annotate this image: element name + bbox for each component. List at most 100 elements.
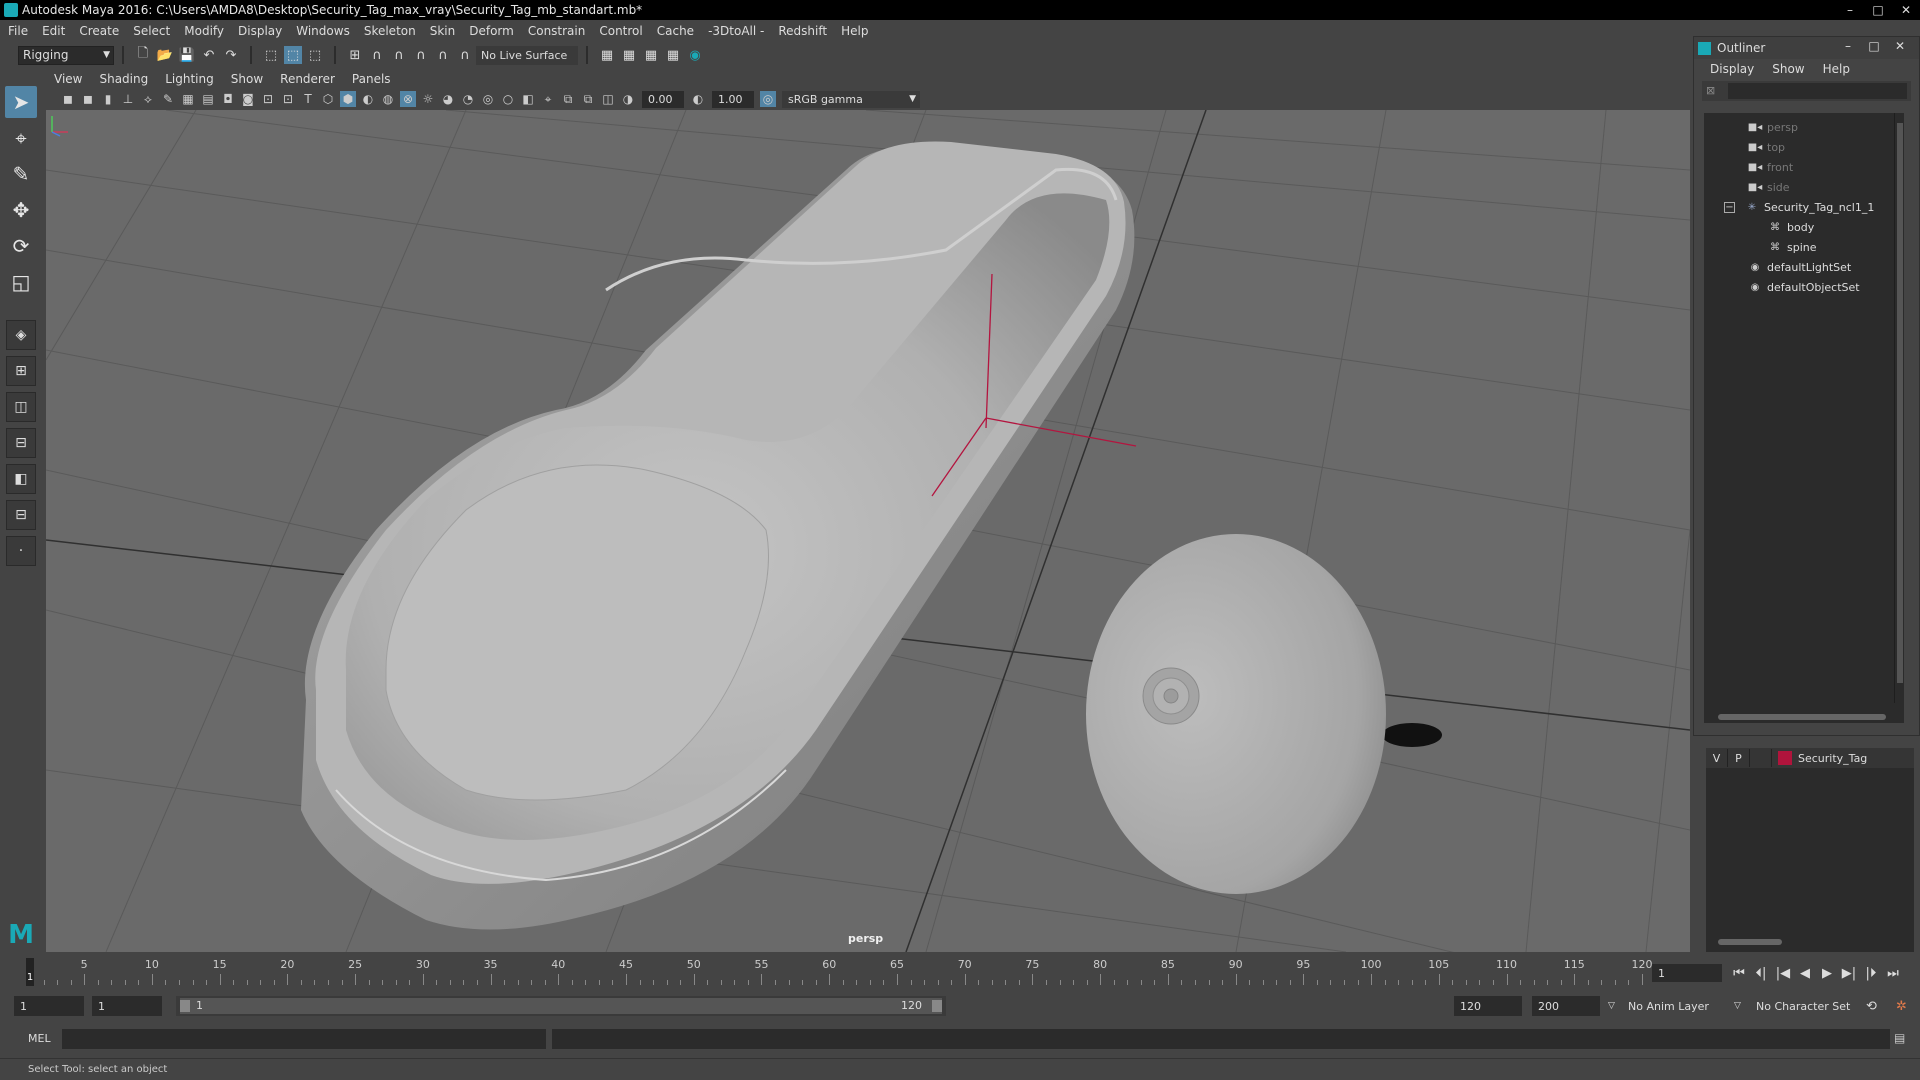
go-to-start-icon[interactable]: ⏮	[1728, 966, 1750, 981]
range-end-handle[interactable]	[932, 1000, 942, 1012]
outliner-item-side[interactable]: ■◂ side	[1704, 177, 1904, 197]
snap-live-icon[interactable]: ∩	[434, 46, 452, 64]
rotate-tool-icon[interactable]: ⟳	[5, 230, 37, 262]
playback-end-field[interactable]: 120	[1454, 996, 1522, 1016]
snap-grid-icon[interactable]: ⊞	[346, 46, 364, 64]
menu-3dtoall[interactable]: -3DtoAll -	[708, 24, 764, 38]
wireframe-on-shaded-icon[interactable]: ◐	[360, 91, 376, 107]
open-scene-icon[interactable]: 📂	[156, 46, 174, 64]
select-object-icon[interactable]: ⬚	[284, 46, 302, 64]
layer-color-swatch[interactable]	[1778, 751, 1792, 765]
ipr-render-icon[interactable]: ▦	[642, 46, 660, 64]
collapse-toggle-icon[interactable]: −	[1724, 201, 1735, 213]
menu-skeleton[interactable]: Skeleton	[364, 24, 416, 38]
time-slider-playhead[interactable]: 1	[26, 958, 34, 986]
menu-edit[interactable]: Edit	[42, 24, 65, 38]
exposure-field[interactable]: 0.00	[642, 90, 684, 108]
panel-menu-renderer[interactable]: Renderer	[280, 72, 335, 86]
character-set-dropdown[interactable]: No Character Set	[1750, 996, 1862, 1016]
outliner-maximize-button[interactable]: □	[1861, 39, 1887, 53]
outliner-item-front[interactable]: ■◂ front	[1704, 157, 1904, 177]
menu-windows[interactable]: Windows	[296, 24, 350, 38]
lasso-tool-icon[interactable]: ⌖	[5, 122, 37, 154]
menu-set-dropdown[interactable]: Rigging ▼	[18, 45, 114, 65]
step-back-frame-icon[interactable]: ⏴|	[1750, 966, 1772, 981]
layer-horizontal-scrollbar[interactable]	[1706, 936, 1914, 948]
render-settings-icon[interactable]: ▦	[598, 46, 616, 64]
step-forward-key-icon[interactable]: ▶|	[1838, 966, 1860, 981]
outliner-horizontal-scrollbar[interactable]	[1704, 711, 1904, 723]
chevron-down-icon[interactable]: ▽	[1728, 996, 1741, 1016]
snap-together-icon[interactable]: ∩	[456, 46, 474, 64]
render-frame-icon[interactable]: ▦	[620, 46, 638, 64]
outliner-graph-layout-icon[interactable]: ⊟	[6, 500, 36, 530]
color-management-icon[interactable]: ◎	[760, 91, 776, 107]
isolate-select-icon[interactable]: ⌖	[540, 91, 556, 107]
menu-create[interactable]: Create	[79, 24, 119, 38]
four-view-layout-icon[interactable]: ⊞	[6, 356, 36, 386]
redo-icon[interactable]: ↷	[222, 46, 240, 64]
outliner-item-spine[interactable]: ⌘ spine	[1704, 237, 1904, 257]
outliner-item-security-tag-group[interactable]: − ✳ Security_Tag_ncl1_1	[1704, 197, 1904, 217]
menu-cache[interactable]: Cache	[657, 24, 694, 38]
menu-control[interactable]: Control	[599, 24, 642, 38]
grease-pencil-icon[interactable]: ✎	[160, 91, 176, 107]
outliner-close-button[interactable]: ✕	[1887, 39, 1913, 53]
panel-menu-shading[interactable]: Shading	[99, 72, 148, 86]
command-input[interactable]	[62, 1029, 546, 1049]
animation-preferences-icon[interactable]: ✲	[1890, 996, 1907, 1016]
motion-blur-icon[interactable]: ◔	[460, 91, 476, 107]
xray-joints-icon[interactable]: ⧉	[560, 91, 576, 107]
film-gate-icon[interactable]: ▤	[200, 91, 216, 107]
menu-deform[interactable]: Deform	[469, 24, 514, 38]
snap-curve-icon[interactable]: ∩	[368, 46, 386, 64]
side-by-side-layout-icon[interactable]: ◫	[6, 392, 36, 422]
menu-select[interactable]: Select	[133, 24, 170, 38]
anim-layer-dropdown[interactable]: No Anim Layer	[1622, 996, 1734, 1016]
command-language-label[interactable]: MEL	[28, 1032, 51, 1045]
range-start-handle[interactable]	[180, 1000, 190, 1012]
backface-culling-icon[interactable]: ◫	[600, 91, 616, 107]
safe-action-icon[interactable]: ⊡	[280, 91, 296, 107]
animation-end-field[interactable]: 200	[1532, 996, 1600, 1016]
go-to-end-icon[interactable]: ⏭	[1882, 966, 1904, 981]
auto-key-icon[interactable]: ⟲	[1860, 996, 1877, 1016]
search-filter-icon[interactable]: ⊠	[1706, 84, 1720, 98]
smooth-shade-icon[interactable]: ⬢	[340, 91, 356, 107]
paint-select-tool-icon[interactable]: ✎	[5, 158, 37, 190]
menu-redshift[interactable]: Redshift	[778, 24, 827, 38]
close-button[interactable]: ✕	[1892, 0, 1920, 20]
step-back-key-icon[interactable]: |◀	[1772, 966, 1794, 981]
play-backward-icon[interactable]: ◀	[1794, 966, 1816, 981]
outliner-menu-help[interactable]: Help	[1823, 62, 1850, 76]
camera-tumble-icon[interactable]: ⟡	[140, 91, 156, 107]
multisample-aa-icon[interactable]: ◎	[480, 91, 496, 107]
step-forward-frame-icon[interactable]: |⏵	[1860, 966, 1882, 981]
hypershade-icon[interactable]: ◉	[686, 46, 704, 64]
layer-playback-toggle[interactable]: P	[1728, 749, 1750, 767]
menu-display[interactable]: Display	[238, 24, 282, 38]
maximize-button[interactable]: □	[1864, 0, 1892, 20]
custom-layout-icon[interactable]: ·	[6, 536, 36, 566]
panel-menu-panels[interactable]: Panels	[352, 72, 391, 86]
menu-constrain[interactable]: Constrain	[528, 24, 586, 38]
xray-icon[interactable]: ◧	[520, 91, 536, 107]
select-tool-icon[interactable]: ➤	[5, 86, 37, 118]
textured-icon[interactable]: ◍	[380, 91, 396, 107]
outliner-item-persp[interactable]: ■◂ persp	[1704, 117, 1904, 137]
script-editor-icon[interactable]: ▤	[1894, 1031, 1910, 1047]
render-view-icon[interactable]: ▦	[664, 46, 682, 64]
safe-title-icon[interactable]: T	[300, 91, 316, 107]
outliner-item-default-light-set[interactable]: ◉ defaultLightSet	[1704, 257, 1904, 277]
play-forward-icon[interactable]: ▶	[1816, 966, 1838, 981]
scrollbar-thumb[interactable]	[1718, 939, 1782, 945]
save-scene-icon[interactable]: 💾	[178, 46, 196, 64]
time-slider[interactable]: 5 10 15 20 25 30 35 40 45 50 55 60 65 70 75 80 85 90 95 100…	[26, 956, 1653, 986]
perspective-viewport[interactable]: persp	[46, 110, 1690, 952]
live-surface-field[interactable]: No Live Surface	[476, 45, 578, 65]
image-plane-icon[interactable]: ⊥	[120, 91, 136, 107]
exposure-icon[interactable]: ◑	[620, 91, 636, 107]
new-scene-icon[interactable]: 🗋	[134, 46, 152, 64]
shadows-icon[interactable]: ☼	[420, 91, 436, 107]
outliner-minimize-button[interactable]: –	[1835, 39, 1861, 53]
